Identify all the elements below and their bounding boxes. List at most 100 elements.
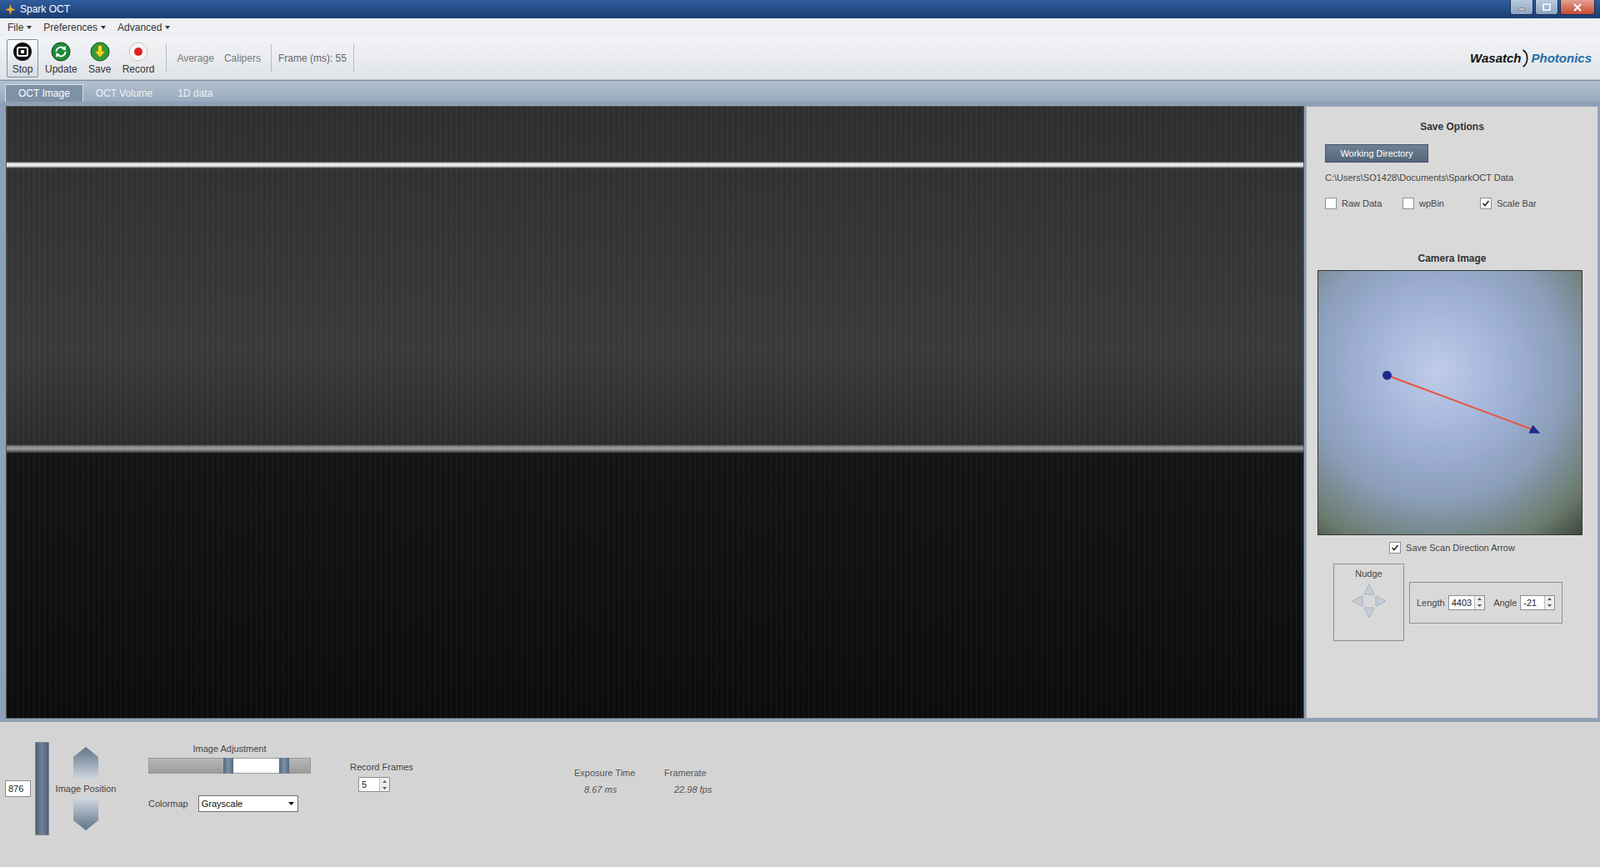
toolbar-button-label: Save	[88, 63, 111, 75]
dropdown-arrow-icon	[288, 801, 295, 805]
position-up-icon[interactable]	[73, 746, 99, 780]
stat-value: 22.98 fps	[664, 784, 755, 795]
colormap-row: Colormap Grayscale	[148, 795, 311, 812]
up-arrow-icon	[382, 780, 387, 783]
spin-down[interactable]	[380, 784, 390, 791]
menu-item[interactable]: Preferences	[43, 21, 106, 34]
toolbar-button[interactable]: Record	[118, 39, 160, 78]
scan-field: Length 4403	[1416, 595, 1485, 610]
select-value: Grayscale	[201, 798, 244, 809]
save-arrow-checkbox[interactable]: Save Scan Direction Arrow	[1389, 541, 1515, 554]
menu-label: Preferences	[43, 21, 98, 34]
restore-button[interactable]	[1535, 0, 1559, 15]
spark-oct-window: Spark OCT File Preferences Advanced StopUpda…	[0, 0, 1600, 867]
checkbox-box	[1325, 197, 1337, 210]
spin-up[interactable]	[380, 777, 390, 785]
record-frames-group: Record Frames5	[350, 761, 419, 792]
spin-box[interactable]: 4403	[1448, 595, 1485, 610]
main-area: Save OptionsWorking DirectoryC:\Users\SO…	[0, 101, 1600, 722]
nudge-up-icon[interactable]	[1363, 583, 1375, 595]
checkbox-label: wpBin	[1419, 198, 1445, 209]
toolbar-button-label: Record	[122, 63, 155, 75]
stat-value: 8.67 ms	[574, 784, 665, 795]
checkbox[interactable]: Raw Data	[1325, 197, 1403, 210]
tab[interactable]: 1D data	[165, 84, 225, 102]
image-position-value[interactable]: 876	[5, 780, 31, 797]
toolbar-button[interactable]: Stop	[6, 39, 39, 78]
nudge-left-icon[interactable]	[1351, 595, 1364, 607]
range-high-thumb[interactable]	[279, 757, 290, 774]
record-frames-spin[interactable]: 5	[358, 776, 390, 792]
down-arrow-icon	[382, 786, 387, 790]
nudge-right-icon[interactable]	[1375, 595, 1387, 607]
field-label: Length	[1416, 597, 1445, 608]
position-down-icon[interactable]	[73, 797, 99, 830]
spin-down[interactable]	[1545, 602, 1555, 610]
spin-arrows	[1544, 595, 1555, 610]
check-icon	[1390, 543, 1400, 552]
checkbox[interactable]: Scale Bar	[1480, 197, 1558, 210]
spin-arrows	[379, 777, 390, 791]
toolbar-button[interactable]: Update	[40, 39, 82, 78]
frame-time: Frame (ms): 55	[278, 52, 347, 65]
down-arrow-icon	[1477, 604, 1482, 607]
spin-up[interactable]	[1475, 595, 1485, 603]
record-icon	[128, 41, 149, 62]
camera-image[interactable]	[1317, 270, 1583, 535]
toolbar-separator	[165, 44, 167, 73]
dropdown-arrow-icon	[26, 25, 32, 30]
spin-up[interactable]	[1545, 595, 1555, 603]
scan-controls: NudgeLength4403Angle-21	[1333, 563, 1563, 641]
spin-arrows	[1474, 595, 1485, 610]
dropdown-arrow-icon	[165, 25, 170, 30]
toolbar-tool[interactable]: Calipers	[224, 52, 261, 65]
checkbox-label: Raw Data	[1341, 198, 1382, 209]
toolbar-separator	[353, 44, 355, 73]
window-title: Spark OCT	[20, 3, 70, 15]
save-checkboxes: Raw Data wpBin Scale Bar	[1325, 197, 1558, 210]
tab[interactable]: OCT Volume	[83, 84, 165, 102]
minimize-button[interactable]	[1510, 0, 1534, 15]
range-fill	[228, 758, 285, 773]
swoosh-icon	[1521, 48, 1530, 69]
spin-value: 5	[359, 777, 380, 791]
minimize-icon	[1517, 4, 1526, 11]
camera-title: Camera Image	[1417, 252, 1486, 265]
toolbar-tool[interactable]: Average	[176, 52, 214, 65]
tab[interactable]: OCT Image	[5, 84, 84, 102]
stop-icon	[12, 41, 33, 62]
image-position-slider[interactable]	[35, 741, 50, 835]
working-directory-button[interactable]: Working Directory	[1325, 144, 1429, 163]
close-icon	[1573, 3, 1582, 12]
image-position-label: Image Position	[55, 783, 117, 794]
toolbar: StopUpdate Save Record Average Calipers Frame…	[0, 36, 1600, 80]
scan-arrow-icon[interactable]	[1318, 270, 1582, 535]
dropdown-arrow-icon	[100, 25, 106, 30]
spin-value: 4403	[1449, 595, 1475, 610]
stat-label: Exposure Time	[574, 767, 665, 778]
spin-down[interactable]	[1475, 602, 1485, 610]
spin-box[interactable]: -21	[1520, 595, 1555, 610]
scan-settings: Length 4403 Angle-21	[1409, 581, 1563, 624]
colormap-label: Colormap	[148, 798, 189, 809]
colormap-select[interactable]: Grayscale	[198, 795, 299, 812]
scan-field: Angle-21	[1493, 595, 1555, 610]
toolbar-button[interactable]: Save	[84, 39, 116, 78]
menu-item[interactable]: File	[7, 21, 32, 34]
checkbox-label: Save Scan Direction Arrow	[1405, 542, 1515, 553]
close-button[interactable]	[1560, 0, 1595, 15]
oct-image	[5, 105, 1305, 719]
save-icon	[90, 41, 110, 62]
menu-item[interactable]: Advanced	[117, 21, 170, 34]
menu-label: Advanced	[117, 21, 162, 34]
down-arrow-icon	[1547, 604, 1552, 607]
image-adjustment-slider[interactable]	[148, 757, 311, 774]
image-adjustment-title: Image Adjustment	[192, 743, 266, 754]
up-arrow-icon	[1477, 597, 1482, 600]
directory-path: C:\Users\SO1428\Documents\SparkOCT Data	[1325, 172, 1514, 183]
slider-fill	[35, 742, 49, 835]
checkbox[interactable]: wpBin	[1402, 197, 1480, 210]
wasatch-logo: WasatchPhotonics	[1470, 48, 1592, 69]
range-low-thumb[interactable]	[223, 757, 234, 774]
nudge-down-icon[interactable]	[1363, 606, 1375, 619]
